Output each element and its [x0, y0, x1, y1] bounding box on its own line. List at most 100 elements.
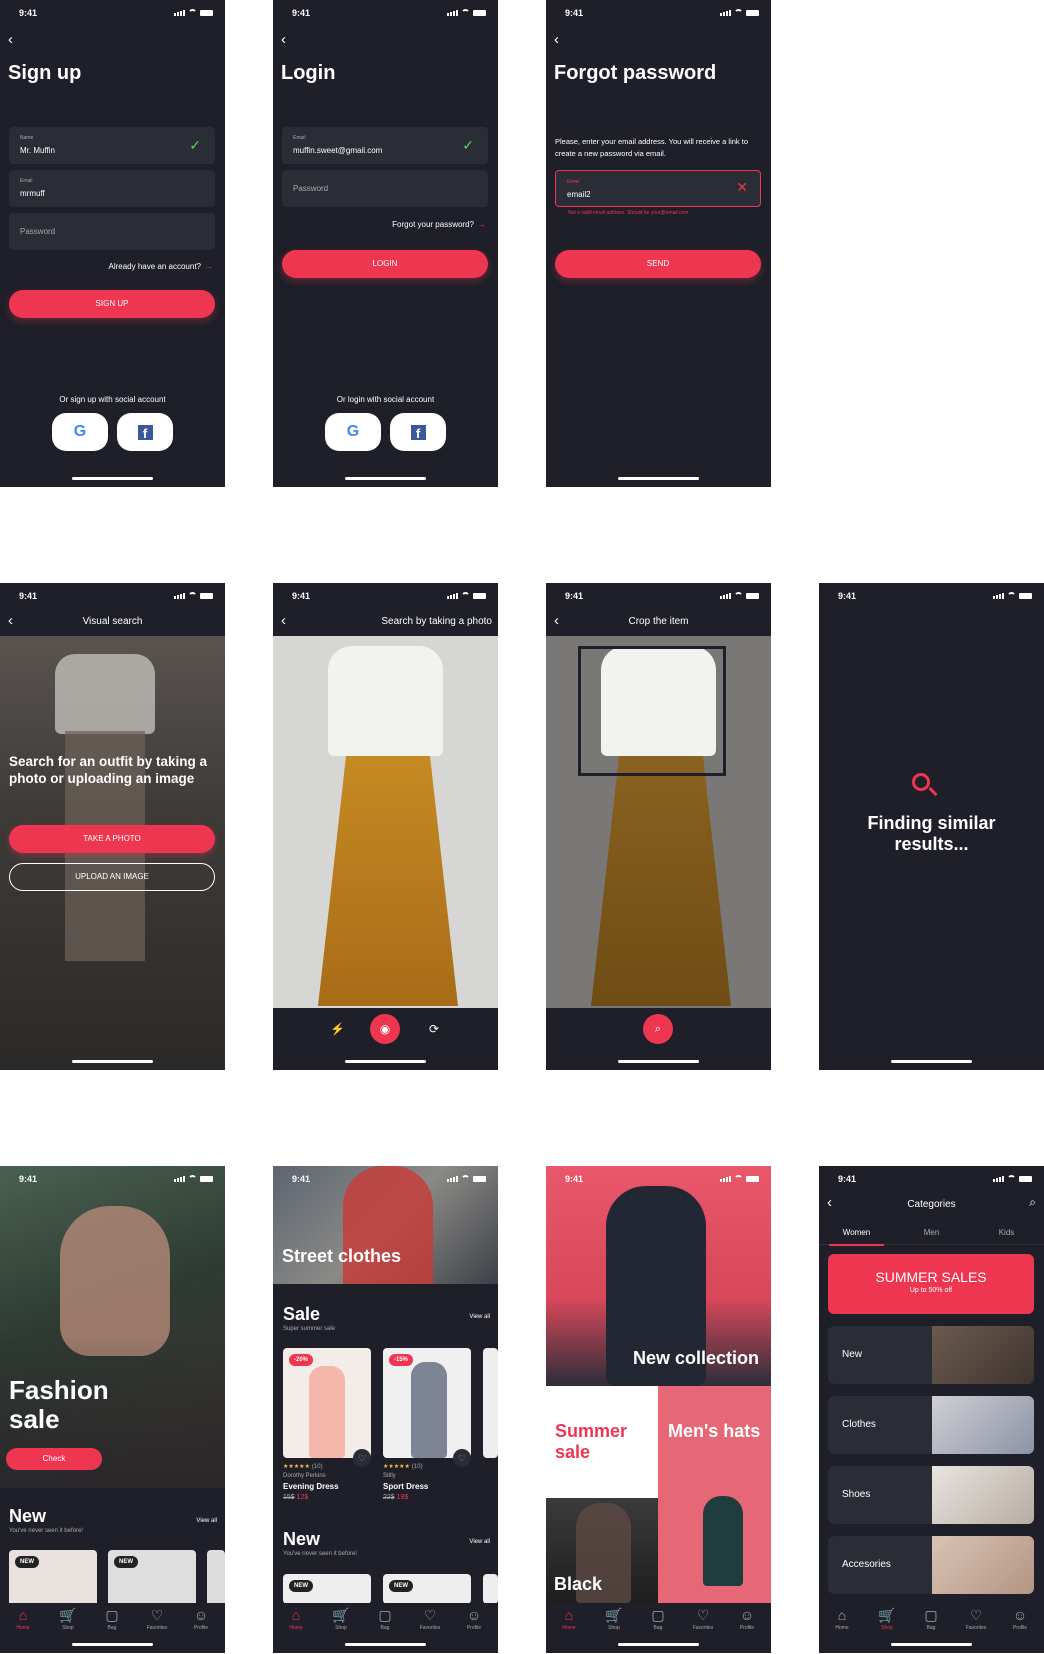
product-card[interactable]: -15%	[383, 1348, 471, 1458]
search-button[interactable]: ⌕	[643, 1014, 673, 1044]
product-card[interactable]	[207, 1550, 225, 1610]
upload-image-button[interactable]: UPLOAD AN IMAGE	[9, 863, 215, 891]
heart-icon: ♡	[696, 1607, 710, 1623]
back-icon[interactable]: ‹	[281, 31, 286, 48]
product-card[interactable]: -20%	[283, 1348, 371, 1458]
screen-title: Search by taking a photo	[381, 616, 492, 627]
nav-home[interactable]: ⌂ Home	[276, 1607, 316, 1631]
nav-favorites[interactable]: ♡ Favorites	[410, 1607, 450, 1631]
category-shoes[interactable]: Shoes	[828, 1466, 1034, 1524]
nav-profile[interactable]: ☺ Profile	[727, 1607, 767, 1631]
flash-icon[interactable]: ⚡	[330, 1022, 345, 1036]
facebook-button[interactable]: f	[390, 413, 446, 451]
signal-icon	[993, 1176, 1004, 1182]
name-field[interactable]: Name Mr. Muffin ✓	[9, 127, 215, 164]
back-icon[interactable]: ‹	[281, 612, 286, 629]
product-card[interactable]: NEW	[283, 1574, 371, 1604]
product-card[interactable]: NEW	[9, 1550, 97, 1610]
view-all-link[interactable]: View all	[469, 1314, 490, 1320]
nav-shop[interactable]: 🛒 Shop	[321, 1607, 361, 1631]
email-field[interactable]: Email mrmuff	[9, 170, 215, 207]
wifi-icon	[461, 592, 470, 599]
nav-bag[interactable]: ▢ Bag	[911, 1607, 951, 1631]
product-name: Evening Dress	[283, 1482, 339, 1491]
status-time: 9:41	[838, 591, 857, 601]
headline: Search for an outfit by taking a photo o…	[9, 754, 208, 786]
view-all-link[interactable]: View all	[469, 1539, 490, 1545]
nav-shop[interactable]: 🛒 Shop	[867, 1607, 907, 1631]
collection-title[interactable]: New collection	[633, 1348, 759, 1369]
black-tile[interactable]: Black	[546, 1498, 658, 1603]
nav-profile[interactable]: ☺ Profile	[181, 1607, 221, 1631]
password-field[interactable]: Password	[282, 170, 488, 207]
signal-icon	[174, 593, 185, 599]
back-icon[interactable]: ‹	[554, 31, 559, 48]
back-icon[interactable]: ‹	[8, 31, 13, 48]
email-field[interactable]: Email muffin.sweet@gmail.com ✓	[282, 127, 488, 164]
category-accessories[interactable]: Accesories	[828, 1536, 1034, 1594]
forgot-password-link[interactable]: Forgot your password? →	[392, 220, 486, 229]
favorite-heart-icon[interactable]: ♡	[353, 1449, 371, 1467]
facebook-button[interactable]: f	[117, 413, 173, 451]
product-card[interactable]	[483, 1348, 498, 1458]
nav-profile[interactable]: ☺ Profile	[1000, 1607, 1040, 1631]
model-shape	[703, 1496, 743, 1586]
nav-shop[interactable]: 🛒 Shop	[48, 1607, 88, 1631]
home-indicator	[618, 477, 699, 480]
signup-button[interactable]: SIGN UP	[9, 290, 215, 318]
category-new[interactable]: New	[828, 1326, 1034, 1384]
battery-icon	[200, 1176, 213, 1182]
category-clothes[interactable]: Clothes	[828, 1396, 1034, 1454]
product-card[interactable]: NEW	[108, 1550, 196, 1610]
mens-hats-tile[interactable]: Men's hats	[658, 1386, 771, 1603]
home-collection-screen: 9:41 New collection Summer sale Men's ha…	[546, 1166, 771, 1653]
nav-bag[interactable]: ▢ Bag	[365, 1607, 405, 1631]
product-card[interactable]	[483, 1574, 498, 1604]
summer-sale-tile[interactable]: Summer sale	[546, 1386, 658, 1498]
home-icon: ⌂	[837, 1607, 847, 1623]
password-field[interactable]: Password	[9, 213, 215, 250]
nav-home[interactable]: ⌂ Home	[822, 1607, 862, 1631]
email-field[interactable]: Email email2 ✕	[555, 170, 761, 207]
face-shape	[60, 1206, 170, 1356]
google-button[interactable]: G	[52, 413, 108, 451]
nav-label: Shop	[62, 1625, 74, 1631]
signal-icon	[174, 10, 185, 16]
tab-kids[interactable]: Kids	[969, 1228, 1044, 1237]
favorite-heart-icon[interactable]: ♡	[453, 1449, 471, 1467]
tab-women[interactable]: Women	[819, 1228, 894, 1246]
send-button[interactable]: SEND	[555, 250, 761, 278]
take-photo-button[interactable]: TAKE A PHOTO	[9, 825, 215, 853]
new-badge: NEW	[15, 1556, 39, 1568]
wifi-icon	[1007, 592, 1016, 599]
nav-shop[interactable]: 🛒 Shop	[594, 1607, 634, 1631]
view-all-link[interactable]: View all	[196, 1518, 217, 1524]
nav-home[interactable]: ⌂ Home	[549, 1607, 589, 1631]
nav-profile[interactable]: ☺ Profile	[454, 1607, 494, 1631]
battery-icon	[1019, 1176, 1032, 1182]
nav-bag[interactable]: ▢ Bag	[92, 1607, 132, 1631]
status-time: 9:41	[19, 1174, 38, 1184]
search-icon[interactable]: ⌕	[1029, 1195, 1036, 1210]
check-button[interactable]: Check	[6, 1448, 102, 1470]
login-button[interactable]: LOGIN	[282, 250, 488, 278]
home-indicator	[345, 1643, 426, 1646]
screen-title: Visual search	[82, 616, 143, 627]
nav-favorites[interactable]: ♡ Favorites	[956, 1607, 996, 1631]
nav-favorites[interactable]: ♡ Favorites	[137, 1607, 177, 1631]
shutter-button[interactable]: ◉	[370, 1014, 400, 1044]
product-card[interactable]: NEW	[383, 1574, 471, 1604]
flip-camera-icon[interactable]: ⟳	[429, 1022, 439, 1036]
crop-frame[interactable]	[578, 646, 726, 776]
photo-search-screen: 9:41 ‹ Search by taking a photo ⚡ ◉ ⟳	[273, 583, 498, 1070]
tab-men[interactable]: Men	[894, 1228, 969, 1237]
nav-favorites[interactable]: ♡ Favorites	[683, 1607, 723, 1631]
cart-icon: 🛒	[332, 1607, 350, 1623]
summer-sales-banner[interactable]: SUMMER SALES Up to 50% off	[828, 1254, 1034, 1314]
nav-bag[interactable]: ▢ Bag	[638, 1607, 678, 1631]
google-button[interactable]: G	[325, 413, 381, 451]
have-account-link[interactable]: Already have an account? →	[108, 262, 213, 271]
nav-home[interactable]: ⌂ Home	[3, 1607, 43, 1631]
signal-icon	[447, 593, 458, 599]
nav-label: Profile	[1012, 1625, 1028, 1631]
